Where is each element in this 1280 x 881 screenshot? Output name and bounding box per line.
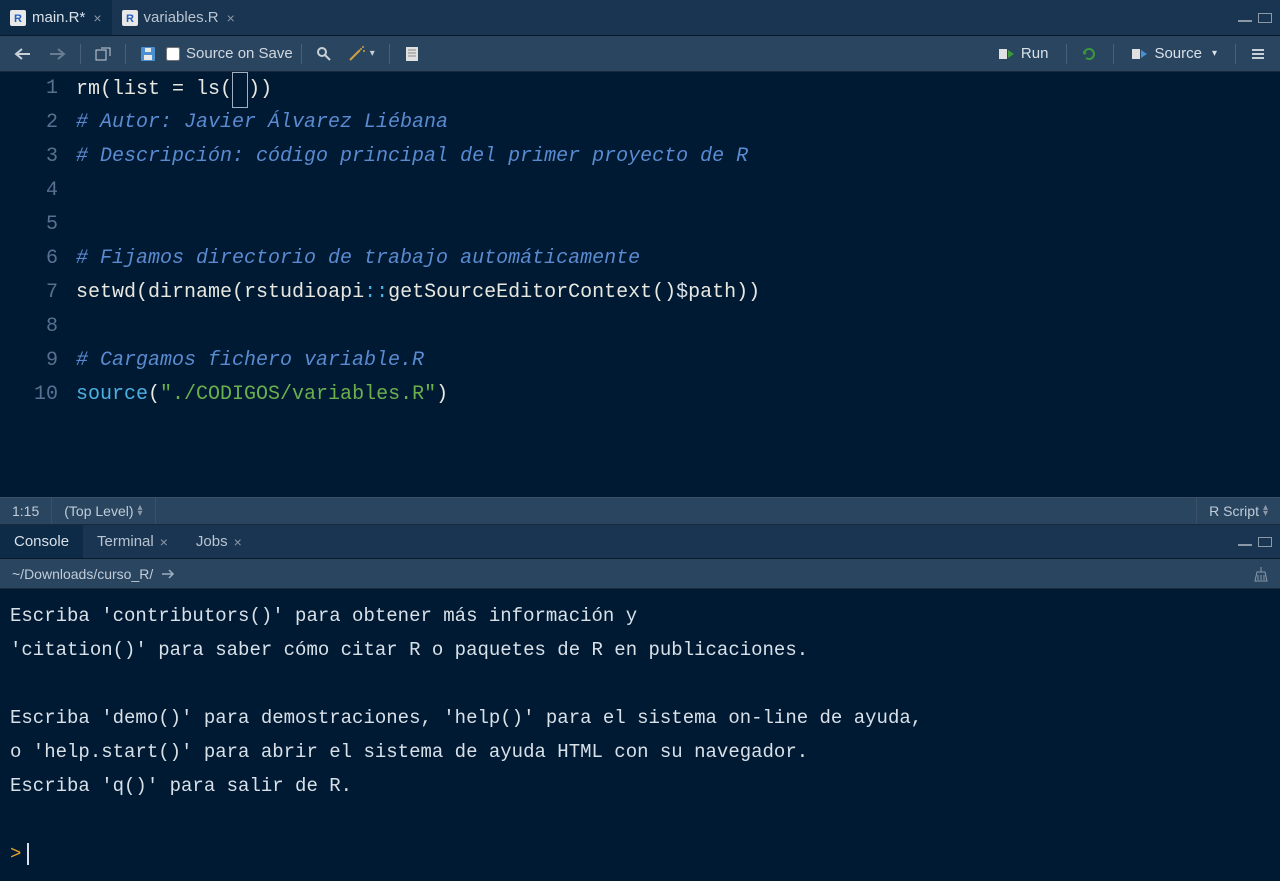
close-icon[interactable]: × xyxy=(227,10,235,26)
outline-icon[interactable] xyxy=(1244,43,1272,65)
console-tab-bar: Console Terminal × Jobs × xyxy=(0,525,1280,559)
tab-main-r[interactable]: R main.R* × xyxy=(0,0,112,35)
forward-icon[interactable] xyxy=(42,43,72,65)
code-tools-icon[interactable]: ▾ xyxy=(342,42,381,66)
code-editor[interactable]: 1 2 3 4 5 6 7 8 9 10 rm(list = ls( )) # … xyxy=(0,72,1280,497)
run-icon xyxy=(999,47,1015,61)
editor-toolbar: Source on Save ▾ Run Source ▾ xyxy=(0,36,1280,72)
go-to-directory-icon[interactable] xyxy=(161,568,175,580)
svg-text:R: R xyxy=(14,13,22,25)
separator xyxy=(389,44,390,64)
separator xyxy=(1066,44,1067,64)
tab-console[interactable]: Console xyxy=(0,525,83,558)
console-prompt: > xyxy=(10,843,21,865)
separator xyxy=(125,44,126,64)
maximize-pane-icon[interactable] xyxy=(1258,13,1272,23)
tab-label: main.R* xyxy=(32,9,85,26)
save-icon[interactable] xyxy=(134,42,162,66)
rerun-icon[interactable] xyxy=(1075,43,1105,65)
pane-window-controls xyxy=(1238,537,1272,547)
close-icon[interactable]: × xyxy=(234,534,242,550)
close-icon[interactable]: × xyxy=(93,10,101,26)
back-icon[interactable] xyxy=(8,43,38,65)
maximize-pane-icon[interactable] xyxy=(1258,537,1272,547)
close-icon[interactable]: × xyxy=(160,534,168,550)
source-on-save-checkbox[interactable]: Source on Save xyxy=(166,45,293,62)
svg-text:R: R xyxy=(126,13,134,25)
tab-jobs[interactable]: Jobs × xyxy=(182,525,256,558)
run-button[interactable]: Run xyxy=(989,41,1059,66)
separator xyxy=(1235,44,1236,64)
minimize-pane-icon[interactable] xyxy=(1238,544,1252,546)
separator xyxy=(1113,44,1114,64)
find-icon[interactable] xyxy=(310,42,338,66)
clear-console-icon[interactable] xyxy=(1252,566,1270,582)
separator xyxy=(301,44,302,64)
updown-icon: ▴▾ xyxy=(1263,505,1268,517)
working-directory[interactable]: ~/Downloads/curso_R/ xyxy=(12,566,153,582)
language-selector[interactable]: R Script ▴▾ xyxy=(1196,498,1280,524)
r-file-icon: R xyxy=(10,10,26,26)
source-button[interactable]: Source ▾ xyxy=(1122,41,1227,66)
cursor-position[interactable]: 1:15 xyxy=(0,498,52,524)
source-icon xyxy=(1132,47,1148,61)
minimize-pane-icon[interactable] xyxy=(1238,20,1252,22)
r-file-icon: R xyxy=(122,10,138,26)
compile-report-icon[interactable] xyxy=(398,42,426,66)
scope-selector[interactable]: (Top Level) ▴▾ xyxy=(52,498,155,524)
cursor-icon xyxy=(27,843,29,865)
tab-variables-r[interactable]: R variables.R × xyxy=(112,0,245,35)
editor-tab-bar: R main.R* × R variables.R × xyxy=(0,0,1280,36)
editor-pane: R main.R* × R variables.R × Source on Sa… xyxy=(0,0,1280,525)
pane-window-controls xyxy=(1238,13,1272,23)
line-gutter: 1 2 3 4 5 6 7 8 9 10 xyxy=(0,72,70,497)
console-pane: Console Terminal × Jobs × ~/Downloads/cu… xyxy=(0,525,1280,881)
code-content: rm(list = ls( )) # Autor: Javier Álvarez… xyxy=(70,72,1280,497)
tab-terminal[interactable]: Terminal × xyxy=(83,525,182,558)
separator xyxy=(80,44,81,64)
console-output[interactable]: Escriba 'contributors()' para obtener má… xyxy=(0,589,1280,881)
tab-label: variables.R xyxy=(144,9,219,26)
show-in-new-window-icon[interactable] xyxy=(89,43,117,65)
updown-icon: ▴▾ xyxy=(138,505,143,517)
console-path-bar: ~/Downloads/curso_R/ xyxy=(0,559,1280,589)
editor-status-bar: 1:15 (Top Level) ▴▾ R Script ▴▾ xyxy=(0,497,1280,525)
